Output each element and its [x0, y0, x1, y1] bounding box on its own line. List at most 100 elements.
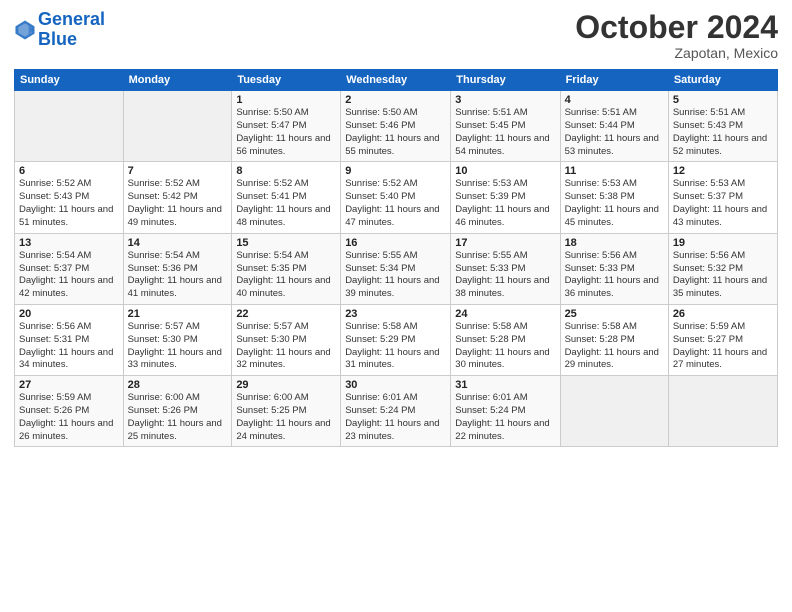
calendar-cell: 1Sunrise: 5:50 AMSunset: 5:47 PMDaylight… — [232, 91, 341, 162]
calendar-cell: 18Sunrise: 5:56 AMSunset: 5:33 PMDayligh… — [560, 233, 668, 304]
day-number: 11 — [565, 165, 664, 177]
calendar-cell: 4Sunrise: 5:51 AMSunset: 5:44 PMDaylight… — [560, 91, 668, 162]
week-row-4: 20Sunrise: 5:56 AMSunset: 5:31 PMDayligh… — [15, 304, 778, 375]
weekday-header-saturday: Saturday — [668, 70, 777, 91]
day-info: Sunrise: 5:52 AMSunset: 5:43 PMDaylight:… — [19, 178, 119, 229]
day-number: 27 — [19, 379, 119, 391]
calendar-cell: 27Sunrise: 5:59 AMSunset: 5:26 PMDayligh… — [15, 376, 124, 447]
calendar-cell: 14Sunrise: 5:54 AMSunset: 5:36 PMDayligh… — [123, 233, 232, 304]
weekday-header-tuesday: Tuesday — [232, 70, 341, 91]
day-number: 23 — [345, 308, 446, 320]
weekday-header-friday: Friday — [560, 70, 668, 91]
day-number: 22 — [236, 308, 336, 320]
day-info: Sunrise: 5:56 AMSunset: 5:31 PMDaylight:… — [19, 321, 119, 372]
day-info: Sunrise: 5:53 AMSunset: 5:37 PMDaylight:… — [673, 178, 773, 229]
day-info: Sunrise: 6:01 AMSunset: 5:24 PMDaylight:… — [345, 392, 446, 443]
week-row-1: 1Sunrise: 5:50 AMSunset: 5:47 PMDaylight… — [15, 91, 778, 162]
calendar-cell: 23Sunrise: 5:58 AMSunset: 5:29 PMDayligh… — [341, 304, 451, 375]
day-number: 2 — [345, 94, 446, 106]
day-info: Sunrise: 6:01 AMSunset: 5:24 PMDaylight:… — [455, 392, 555, 443]
day-info: Sunrise: 5:58 AMSunset: 5:28 PMDaylight:… — [565, 321, 664, 372]
day-number: 13 — [19, 237, 119, 249]
day-info: Sunrise: 5:51 AMSunset: 5:44 PMDaylight:… — [565, 107, 664, 158]
day-info: Sunrise: 5:56 AMSunset: 5:32 PMDaylight:… — [673, 250, 773, 301]
calendar-cell — [123, 91, 232, 162]
day-info: Sunrise: 5:57 AMSunset: 5:30 PMDaylight:… — [236, 321, 336, 372]
day-info: Sunrise: 6:00 AMSunset: 5:26 PMDaylight:… — [128, 392, 228, 443]
month-title: October 2024 — [575, 10, 778, 45]
page: General Blue October 2024 Zapotan, Mexic… — [0, 0, 792, 612]
day-info: Sunrise: 5:53 AMSunset: 5:38 PMDaylight:… — [565, 178, 664, 229]
day-info: Sunrise: 5:57 AMSunset: 5:30 PMDaylight:… — [128, 321, 228, 372]
calendar-cell: 30Sunrise: 6:01 AMSunset: 5:24 PMDayligh… — [341, 376, 451, 447]
weekday-header-wednesday: Wednesday — [341, 70, 451, 91]
day-info: Sunrise: 5:59 AMSunset: 5:26 PMDaylight:… — [19, 392, 119, 443]
day-info: Sunrise: 5:52 AMSunset: 5:41 PMDaylight:… — [236, 178, 336, 229]
day-info: Sunrise: 5:53 AMSunset: 5:39 PMDaylight:… — [455, 178, 555, 229]
calendar-cell — [560, 376, 668, 447]
calendar-cell: 6Sunrise: 5:52 AMSunset: 5:43 PMDaylight… — [15, 162, 124, 233]
calendar-cell: 21Sunrise: 5:57 AMSunset: 5:30 PMDayligh… — [123, 304, 232, 375]
day-number: 1 — [236, 94, 336, 106]
day-number: 16 — [345, 237, 446, 249]
calendar-cell: 19Sunrise: 5:56 AMSunset: 5:32 PMDayligh… — [668, 233, 777, 304]
day-number: 24 — [455, 308, 555, 320]
day-info: Sunrise: 5:59 AMSunset: 5:27 PMDaylight:… — [673, 321, 773, 372]
calendar-table: SundayMondayTuesdayWednesdayThursdayFrid… — [14, 69, 778, 447]
calendar-cell: 17Sunrise: 5:55 AMSunset: 5:33 PMDayligh… — [451, 233, 560, 304]
calendar-cell: 15Sunrise: 5:54 AMSunset: 5:35 PMDayligh… — [232, 233, 341, 304]
day-number: 19 — [673, 237, 773, 249]
calendar-cell: 13Sunrise: 5:54 AMSunset: 5:37 PMDayligh… — [15, 233, 124, 304]
calendar-cell: 28Sunrise: 6:00 AMSunset: 5:26 PMDayligh… — [123, 376, 232, 447]
day-info: Sunrise: 5:55 AMSunset: 5:33 PMDaylight:… — [455, 250, 555, 301]
day-number: 15 — [236, 237, 336, 249]
day-number: 9 — [345, 165, 446, 177]
day-number: 31 — [455, 379, 555, 391]
day-info: Sunrise: 5:54 AMSunset: 5:36 PMDaylight:… — [128, 250, 228, 301]
day-info: Sunrise: 5:50 AMSunset: 5:46 PMDaylight:… — [345, 107, 446, 158]
weekday-header-thursday: Thursday — [451, 70, 560, 91]
logo-area: General Blue — [14, 10, 105, 50]
calendar-cell: 9Sunrise: 5:52 AMSunset: 5:40 PMDaylight… — [341, 162, 451, 233]
calendar-cell — [15, 91, 124, 162]
day-info: Sunrise: 5:51 AMSunset: 5:45 PMDaylight:… — [455, 107, 555, 158]
week-row-2: 6Sunrise: 5:52 AMSunset: 5:43 PMDaylight… — [15, 162, 778, 233]
calendar-cell: 26Sunrise: 5:59 AMSunset: 5:27 PMDayligh… — [668, 304, 777, 375]
day-info: Sunrise: 5:51 AMSunset: 5:43 PMDaylight:… — [673, 107, 773, 158]
day-number: 8 — [236, 165, 336, 177]
day-number: 26 — [673, 308, 773, 320]
calendar-cell: 5Sunrise: 5:51 AMSunset: 5:43 PMDaylight… — [668, 91, 777, 162]
day-info: Sunrise: 5:52 AMSunset: 5:42 PMDaylight:… — [128, 178, 228, 229]
logo-line1: General — [38, 9, 105, 29]
logo-icon — [14, 19, 36, 41]
day-number: 29 — [236, 379, 336, 391]
header: General Blue October 2024 Zapotan, Mexic… — [14, 10, 778, 61]
weekday-header-sunday: Sunday — [15, 70, 124, 91]
day-info: Sunrise: 5:52 AMSunset: 5:40 PMDaylight:… — [345, 178, 446, 229]
calendar-cell: 25Sunrise: 5:58 AMSunset: 5:28 PMDayligh… — [560, 304, 668, 375]
calendar-cell: 3Sunrise: 5:51 AMSunset: 5:45 PMDaylight… — [451, 91, 560, 162]
day-number: 28 — [128, 379, 228, 391]
week-row-5: 27Sunrise: 5:59 AMSunset: 5:26 PMDayligh… — [15, 376, 778, 447]
calendar-cell: 29Sunrise: 6:00 AMSunset: 5:25 PMDayligh… — [232, 376, 341, 447]
week-row-3: 13Sunrise: 5:54 AMSunset: 5:37 PMDayligh… — [15, 233, 778, 304]
day-number: 14 — [128, 237, 228, 249]
day-info: Sunrise: 5:56 AMSunset: 5:33 PMDaylight:… — [565, 250, 664, 301]
day-info: Sunrise: 6:00 AMSunset: 5:25 PMDaylight:… — [236, 392, 336, 443]
weekday-header-monday: Monday — [123, 70, 232, 91]
day-info: Sunrise: 5:58 AMSunset: 5:29 PMDaylight:… — [345, 321, 446, 372]
calendar-cell: 10Sunrise: 5:53 AMSunset: 5:39 PMDayligh… — [451, 162, 560, 233]
weekday-header-row: SundayMondayTuesdayWednesdayThursdayFrid… — [15, 70, 778, 91]
day-number: 21 — [128, 308, 228, 320]
location: Zapotan, Mexico — [575, 45, 778, 61]
day-number: 6 — [19, 165, 119, 177]
calendar-cell: 24Sunrise: 5:58 AMSunset: 5:28 PMDayligh… — [451, 304, 560, 375]
calendar-cell — [668, 376, 777, 447]
calendar-cell: 31Sunrise: 6:01 AMSunset: 5:24 PMDayligh… — [451, 376, 560, 447]
day-info: Sunrise: 5:55 AMSunset: 5:34 PMDaylight:… — [345, 250, 446, 301]
day-info: Sunrise: 5:50 AMSunset: 5:47 PMDaylight:… — [236, 107, 336, 158]
calendar-cell: 8Sunrise: 5:52 AMSunset: 5:41 PMDaylight… — [232, 162, 341, 233]
calendar-cell: 20Sunrise: 5:56 AMSunset: 5:31 PMDayligh… — [15, 304, 124, 375]
day-info: Sunrise: 5:54 AMSunset: 5:37 PMDaylight:… — [19, 250, 119, 301]
calendar-cell: 16Sunrise: 5:55 AMSunset: 5:34 PMDayligh… — [341, 233, 451, 304]
